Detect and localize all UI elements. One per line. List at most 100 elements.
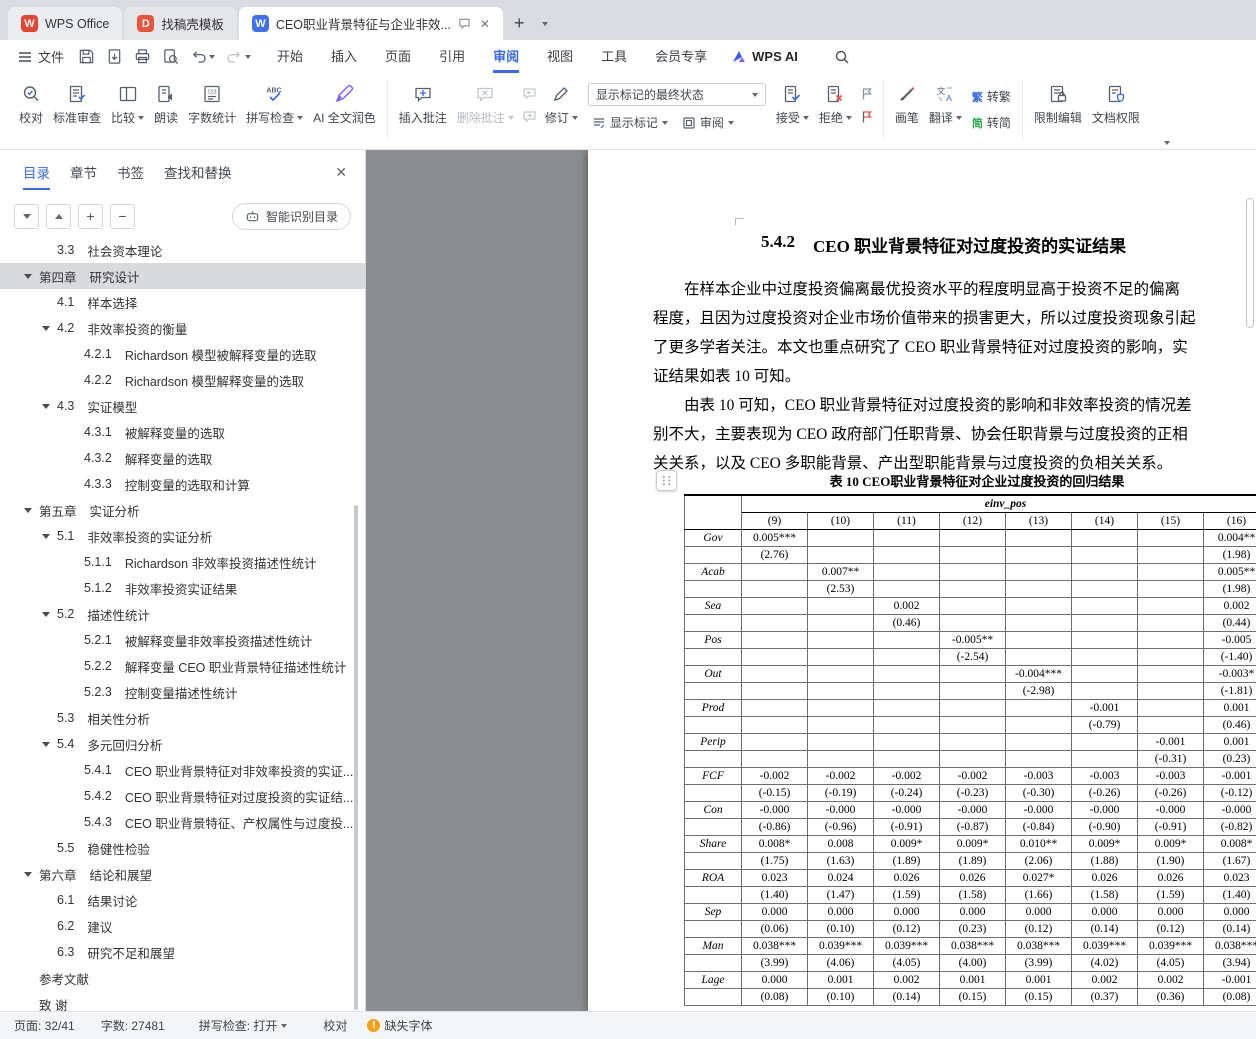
toc-item[interactable]: 4.3.3 控制变量的选取和计算 (0, 471, 365, 497)
spell-check-status[interactable]: 拼写检查: 打开 (199, 1017, 288, 1034)
toc-item[interactable]: 4.3.1 被解释变量的选取 (0, 419, 365, 445)
toc-item[interactable]: 4.3 实证模型 (0, 393, 365, 419)
toc-item[interactable]: 4.1 样本选择 (0, 289, 365, 315)
undo-button[interactable] (190, 49, 216, 64)
toc-item[interactable]: 第六章 结论和展望 (0, 861, 365, 887)
toc-item[interactable]: 6.3 研究不足和展望 (0, 939, 365, 965)
sidebar-tab-2[interactable]: 章节 (61, 150, 106, 194)
expand-all-button[interactable] (14, 203, 39, 229)
menu-tab-4[interactable]: 引用 (425, 40, 479, 73)
menu-tab-5[interactable]: 审阅 (479, 40, 533, 73)
toc-item[interactable]: 5.2 描述性统计 (0, 601, 365, 627)
menu-tab-8[interactable]: 会员专享 (641, 40, 721, 73)
reject-button[interactable]: 拒绝 (814, 78, 857, 130)
print-icon[interactable] (134, 48, 151, 65)
expand-triangle-icon[interactable] (42, 533, 50, 539)
translate-chevron-icon[interactable] (955, 115, 962, 120)
new-tab-button[interactable]: + (505, 7, 534, 40)
close-tab-icon[interactable]: ✕ (480, 17, 490, 31)
menu-tab-3[interactable]: 页面 (371, 40, 425, 73)
sidebar-tab-3[interactable]: 书签 (108, 150, 153, 194)
smart-toc-button[interactable]: 智能识别目录 (231, 202, 351, 230)
toc-item[interactable]: 5.2.1 被解释变量非效率投资描述性统计 (0, 627, 365, 653)
undo-chevron-icon[interactable] (209, 54, 216, 59)
word-count-indicator[interactable]: 字数: 27481 (101, 1017, 165, 1034)
compare-button[interactable]: 比较 (106, 78, 149, 130)
toc-item[interactable]: 5.4.1 CEO 职业背景特征对非效率投资的实证... (0, 757, 365, 783)
missing-font-warning[interactable]: ! 缺失字体 (367, 1017, 432, 1034)
expand-triangle-icon[interactable] (24, 871, 32, 877)
toc-item[interactable]: 5.2.3 控制变量描述性统计 (0, 679, 365, 705)
sidebar-tab-4[interactable]: 查找和替换 (155, 150, 241, 194)
zoom-out-toc-button[interactable]: − (110, 203, 135, 229)
toc-item[interactable]: 参考文献 (0, 965, 365, 991)
collapse-ribbon-icon[interactable] (1164, 141, 1170, 145)
toc-item[interactable]: 4.2.1 Richardson 模型被解释变量的选取 (0, 341, 365, 367)
expand-triangle-icon[interactable] (42, 325, 50, 331)
reject-chevron-icon[interactable] (845, 115, 852, 120)
restrict-edit-button[interactable]: 限制编辑 (1029, 78, 1087, 130)
proofread-button[interactable]: 校对 (14, 78, 48, 130)
menu-tab-1[interactable]: 开始 (263, 40, 317, 73)
pen-button[interactable]: 画笔 (890, 78, 924, 130)
tab-current-document[interactable]: W CEO职业背景特征与企业非效... ✕ (238, 7, 503, 40)
toc-item[interactable]: 4.2.2 Richardson 模型解释变量的选取 (0, 367, 365, 393)
tab-wps-office[interactable]: W WPS Office (8, 7, 123, 40)
next-comment-icon[interactable] (522, 110, 537, 124)
toc-item[interactable]: 6.2 建议 (0, 913, 365, 939)
tab-docer-template[interactable]: D 找稿壳模板 (124, 7, 237, 40)
collapse-all-button[interactable] (46, 203, 71, 229)
zoom-in-toc-button[interactable]: + (78, 203, 103, 229)
compare-chevron-icon[interactable] (138, 115, 145, 120)
spell-check-chevron-icon[interactable] (297, 115, 304, 120)
toc-item[interactable]: 5.3 相关性分析 (0, 705, 365, 731)
search-icon[interactable] (834, 49, 850, 65)
spell-status-chevron-icon[interactable] (281, 1023, 288, 1028)
read-aloud-button[interactable]: 朗读 (149, 78, 183, 130)
close-sidebar-icon[interactable]: ✕ (331, 160, 351, 185)
toc-item[interactable]: 5.4 多元回归分析 (0, 731, 365, 757)
next-change-icon[interactable] (860, 110, 874, 124)
toc-item[interactable]: 3.3 社会资本理论 (0, 238, 365, 263)
toc-item[interactable]: 5.1.2 非效率投资实证结果 (0, 575, 365, 601)
previous-comment-icon[interactable] (522, 87, 537, 101)
toc-item[interactable]: 5.1.1 Richardson 非效率投资描述性统计 (0, 549, 365, 575)
insert-comment-button[interactable]: 插入批注 (394, 78, 452, 130)
toc-item[interactable]: 5.4.3 CEO 职业背景特征、产权属性与过度投... (0, 809, 365, 835)
expand-triangle-icon[interactable] (24, 273, 32, 279)
accept-chevron-icon[interactable] (802, 115, 809, 120)
delete-comment-chevron-icon[interactable] (507, 115, 514, 120)
proofread-status[interactable]: 校对 (323, 1017, 347, 1034)
menu-tab-2[interactable]: 插入 (317, 40, 371, 73)
sidebar-tab-1[interactable]: 目录 (14, 150, 59, 194)
document-scrollbar-thumb[interactable] (1246, 198, 1254, 328)
review-mode-button[interactable]: 审阅 (678, 112, 738, 133)
expand-triangle-icon[interactable] (42, 403, 50, 409)
accept-button[interactable]: 接受 (771, 78, 814, 130)
toc-item[interactable]: 第五章 实证分析 (0, 497, 365, 523)
toc-item[interactable]: 5.5 稳健性检验 (0, 835, 365, 861)
track-changes-button[interactable]: 修订 (540, 78, 583, 130)
toc-item[interactable]: 6.1 结果讨论 (0, 887, 365, 913)
table-drag-handle-icon[interactable] (656, 470, 677, 491)
toc-item[interactable]: 4.2 非效率投资的衡量 (0, 315, 365, 341)
file-menu[interactable]: 文件 (10, 47, 72, 66)
print-preview-icon[interactable] (162, 48, 179, 65)
toc-item[interactable]: 5.1 非效率投资的实证分析 (0, 523, 365, 549)
expand-triangle-icon[interactable] (42, 611, 50, 617)
document-page[interactable]: 5.4.2 CEO 职业背景特征对过度投资的实证结果 在样本企业中过度投资偏离最… (588, 150, 1256, 1011)
review-mode-chevron-icon[interactable] (727, 120, 734, 125)
menu-tab-7[interactable]: 工具 (587, 40, 641, 73)
word-count-button[interactable]: 123 字数统计 (183, 78, 241, 130)
to-simplified-button[interactable]: 简 转简 (972, 114, 1011, 131)
track-changes-chevron-icon[interactable] (571, 115, 578, 120)
expand-triangle-icon[interactable] (42, 741, 50, 747)
toc-item[interactable]: 第四章 研究设计 (0, 263, 365, 289)
delete-comment-button[interactable]: 删除批注 (452, 78, 519, 130)
save-icon[interactable] (78, 48, 95, 65)
menu-tab-6[interactable]: 视图 (533, 40, 587, 73)
export-pdf-icon[interactable] (106, 48, 123, 65)
redo-chevron-icon[interactable] (245, 54, 252, 59)
standard-review-button[interactable]: 标准审查 (48, 78, 106, 130)
toc-item[interactable]: 5.4.2 CEO 职业背景特征对过度投资的实证结... (0, 783, 365, 809)
